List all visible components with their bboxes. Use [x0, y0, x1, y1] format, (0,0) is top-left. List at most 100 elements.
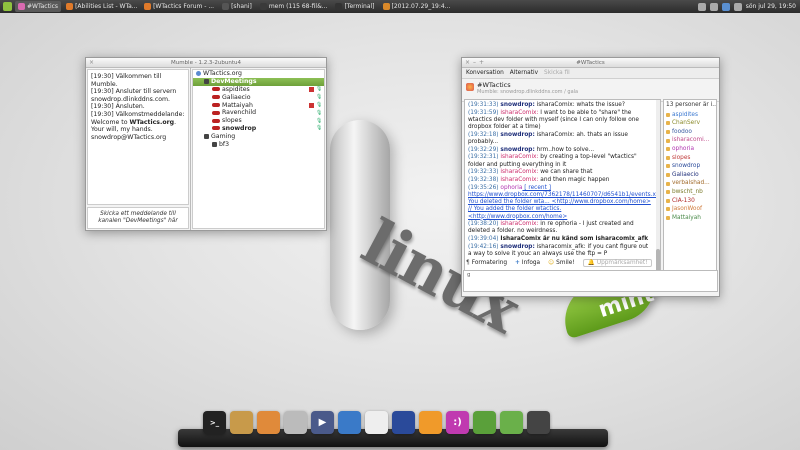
message-text: and then magic happen — [538, 177, 610, 184]
formatting-button[interactable]: ¶ Formatering — [466, 260, 507, 266]
message-nick[interactable]: isharaComix: — [500, 221, 538, 227]
folder-icon[interactable] — [500, 411, 523, 434]
microphone-icon: 🎙 — [316, 102, 323, 109]
menu-skicka-fil[interactable]: Skicka fil — [544, 70, 570, 76]
mumble-input-placeholder: Skicka ett meddelande till kanalen "DevM… — [98, 211, 178, 224]
smile-button[interactable]: ☺ Smile! — [548, 260, 575, 266]
message-nick[interactable]: snowdrop: — [500, 147, 534, 153]
xchat-titlebar[interactable]: × – + #WTactics — [462, 58, 719, 68]
message-nick[interactable]: isharaComix: — [500, 110, 538, 116]
channel-name: #WTactics — [477, 81, 511, 89]
user-list-item[interactable]: foodoo — [666, 128, 714, 137]
chat-icon[interactable]: :) — [446, 411, 469, 434]
trash-icon[interactable] — [527, 411, 550, 434]
taskbar-item[interactable]: [2012.07.29_19:4... — [380, 1, 454, 12]
message-nick[interactable]: isharaComix: — [500, 169, 538, 175]
user-list-item[interactable]: Galiaecio — [666, 171, 714, 180]
message-timestamp: (19:32:33) — [468, 169, 499, 176]
user-status-icon — [666, 198, 670, 203]
media-player-icon[interactable]: ▶ — [311, 411, 334, 434]
network-icon[interactable] — [697, 2, 706, 11]
user-name: foodoo — [672, 128, 692, 135]
tree-user[interactable]: Galiaecio 🎙 — [193, 93, 324, 101]
tree-channel[interactable]: DevMeetings — [193, 77, 324, 86]
calculator-icon[interactable] — [284, 411, 307, 434]
clock[interactable]: sön jul 29, 19:50 — [746, 3, 796, 10]
user-list-item[interactable]: slopes — [666, 154, 714, 163]
taskbar-item[interactable]: [WTactics Forum - ... — [141, 1, 217, 12]
user-list-item[interactable]: aspidites — [666, 111, 714, 120]
mumble-chat-log[interactable]: [19:30] Välkommen till Mumble. [19:30] An… — [87, 69, 189, 205]
insert-button[interactable]: + Infoga — [515, 260, 540, 266]
user-list-item[interactable]: JasonWoof — [666, 205, 714, 214]
terminal-icon[interactable]: >_ — [203, 411, 226, 434]
taskbar-item-label: [WTactics Forum - ... — [153, 3, 215, 10]
browser-icon[interactable] — [392, 411, 415, 434]
message-nick[interactable]: snowdrop: — [500, 102, 534, 108]
chat-message: (19:42:16) snowdrop: isharacomix_afk: if… — [468, 244, 657, 258]
nick-label: g — [467, 272, 471, 278]
taskbar-item[interactable]: mem (115 68-fil&... — [257, 1, 331, 12]
taskbar-item-label: #WTactics — [27, 3, 59, 10]
user-list-item[interactable]: verbalshad... — [666, 179, 714, 188]
mumble-message-input[interactable]: Skicka ett meddelande till kanalen "DevM… — [87, 207, 189, 229]
tree-server[interactable]: WTactics.org — [193, 70, 324, 78]
chat-message: (19:31:33) snowdrop: isharaComix: whats … — [468, 102, 657, 109]
message-nick[interactable]: IsharaComix är nu känd som isharacomix_a… — [500, 236, 648, 242]
tree-user[interactable]: aspidites 🎙 — [193, 86, 324, 94]
tree-channel[interactable]: Gaming — [193, 132, 324, 140]
user-name: isharacomi... — [672, 137, 710, 144]
message-nick[interactable]: isharaComix: — [500, 177, 538, 183]
tree-user[interactable]: slopes 🎙 — [193, 117, 324, 125]
minimize-icon[interactable]: – — [473, 59, 476, 66]
chat-input[interactable]: g — [463, 270, 718, 292]
document-icon[interactable] — [338, 411, 361, 434]
user-list-item[interactable]: Mattaiyah — [666, 214, 714, 223]
volume-icon[interactable] — [709, 2, 718, 11]
taskbar-item[interactable]: [Abilities List - WTa... — [63, 1, 139, 12]
user-list-item[interactable]: CIA-130 — [666, 197, 714, 206]
chat-format-toolbar: ¶ Formatering + Infoga ☺ Smile! 🔔 Uppmärksam… — [466, 258, 716, 268]
message-nick[interactable]: snowdrop: — [500, 244, 534, 250]
tree-channel[interactable]: bf3 — [193, 140, 324, 148]
user-list-item[interactable]: snowdrop — [666, 162, 714, 171]
mumble-titlebar[interactable]: × Mumble - 1.2.3-2ubuntu4 — [86, 58, 326, 68]
mail-icon[interactable] — [733, 2, 742, 11]
message-nick[interactable]: snowdrop: — [500, 132, 534, 138]
tree-label: WTactics.org — [203, 70, 242, 78]
user-list[interactable]: 13 personer är i... aspidites ChanServ foo… — [663, 99, 717, 284]
menu-icon[interactable] — [3, 2, 12, 11]
talking-icon — [212, 95, 220, 100]
close-icon[interactable]: × — [89, 59, 94, 66]
close-icon[interactable]: × — [465, 59, 470, 66]
message-text: we can share that — [538, 169, 593, 176]
camera-icon[interactable] — [419, 411, 442, 434]
tree-user[interactable]: Mattaiyah 🎙 — [193, 101, 324, 109]
user-list-item[interactable]: ChanServ — [666, 119, 714, 128]
menu-konversation[interactable]: Konversation — [466, 70, 504, 76]
mumble-channel-tree[interactable]: WTactics.org DevMeetings aspidites 🎙 Galiaec… — [192, 69, 325, 229]
app-icon — [18, 3, 25, 10]
taskbar-item[interactable]: #WTactics — [15, 1, 62, 12]
chat-messages[interactable]: (19:31:33) snowdrop: isharaComix: whats … — [464, 99, 661, 284]
message-nick[interactable]: isharaComix: — [500, 154, 538, 160]
taskbar-item[interactable]: [shani] — [219, 1, 255, 12]
menu-alternativ[interactable]: Alternativ — [510, 70, 538, 76]
user-list-item[interactable]: isharacomi... — [666, 136, 714, 145]
tree-user[interactable]: snowdrop 🎙 — [193, 125, 324, 133]
home-folder-icon[interactable] — [473, 411, 496, 434]
package-icon[interactable] — [230, 411, 253, 434]
tree-user[interactable]: Ravenchild 🎙 — [193, 109, 324, 117]
paint-icon[interactable] — [257, 411, 280, 434]
image-viewer-icon[interactable] — [365, 411, 388, 434]
shield-icon[interactable] — [721, 2, 730, 11]
taskbar-item[interactable]: [Terminal] — [332, 1, 377, 12]
maximize-icon[interactable]: + — [479, 59, 484, 66]
message-nick[interactable]: ophoria — [500, 185, 522, 191]
user-list-item[interactable]: ophoria — [666, 145, 714, 154]
format-icon: ¶ — [466, 260, 470, 266]
user-list-item[interactable]: bwscht_nb — [666, 188, 714, 197]
attention-button[interactable]: 🔔 Uppmärksamhet! — [582, 259, 653, 267]
talking-icon — [212, 103, 220, 108]
dock-glyph: ▶ — [318, 417, 327, 428]
